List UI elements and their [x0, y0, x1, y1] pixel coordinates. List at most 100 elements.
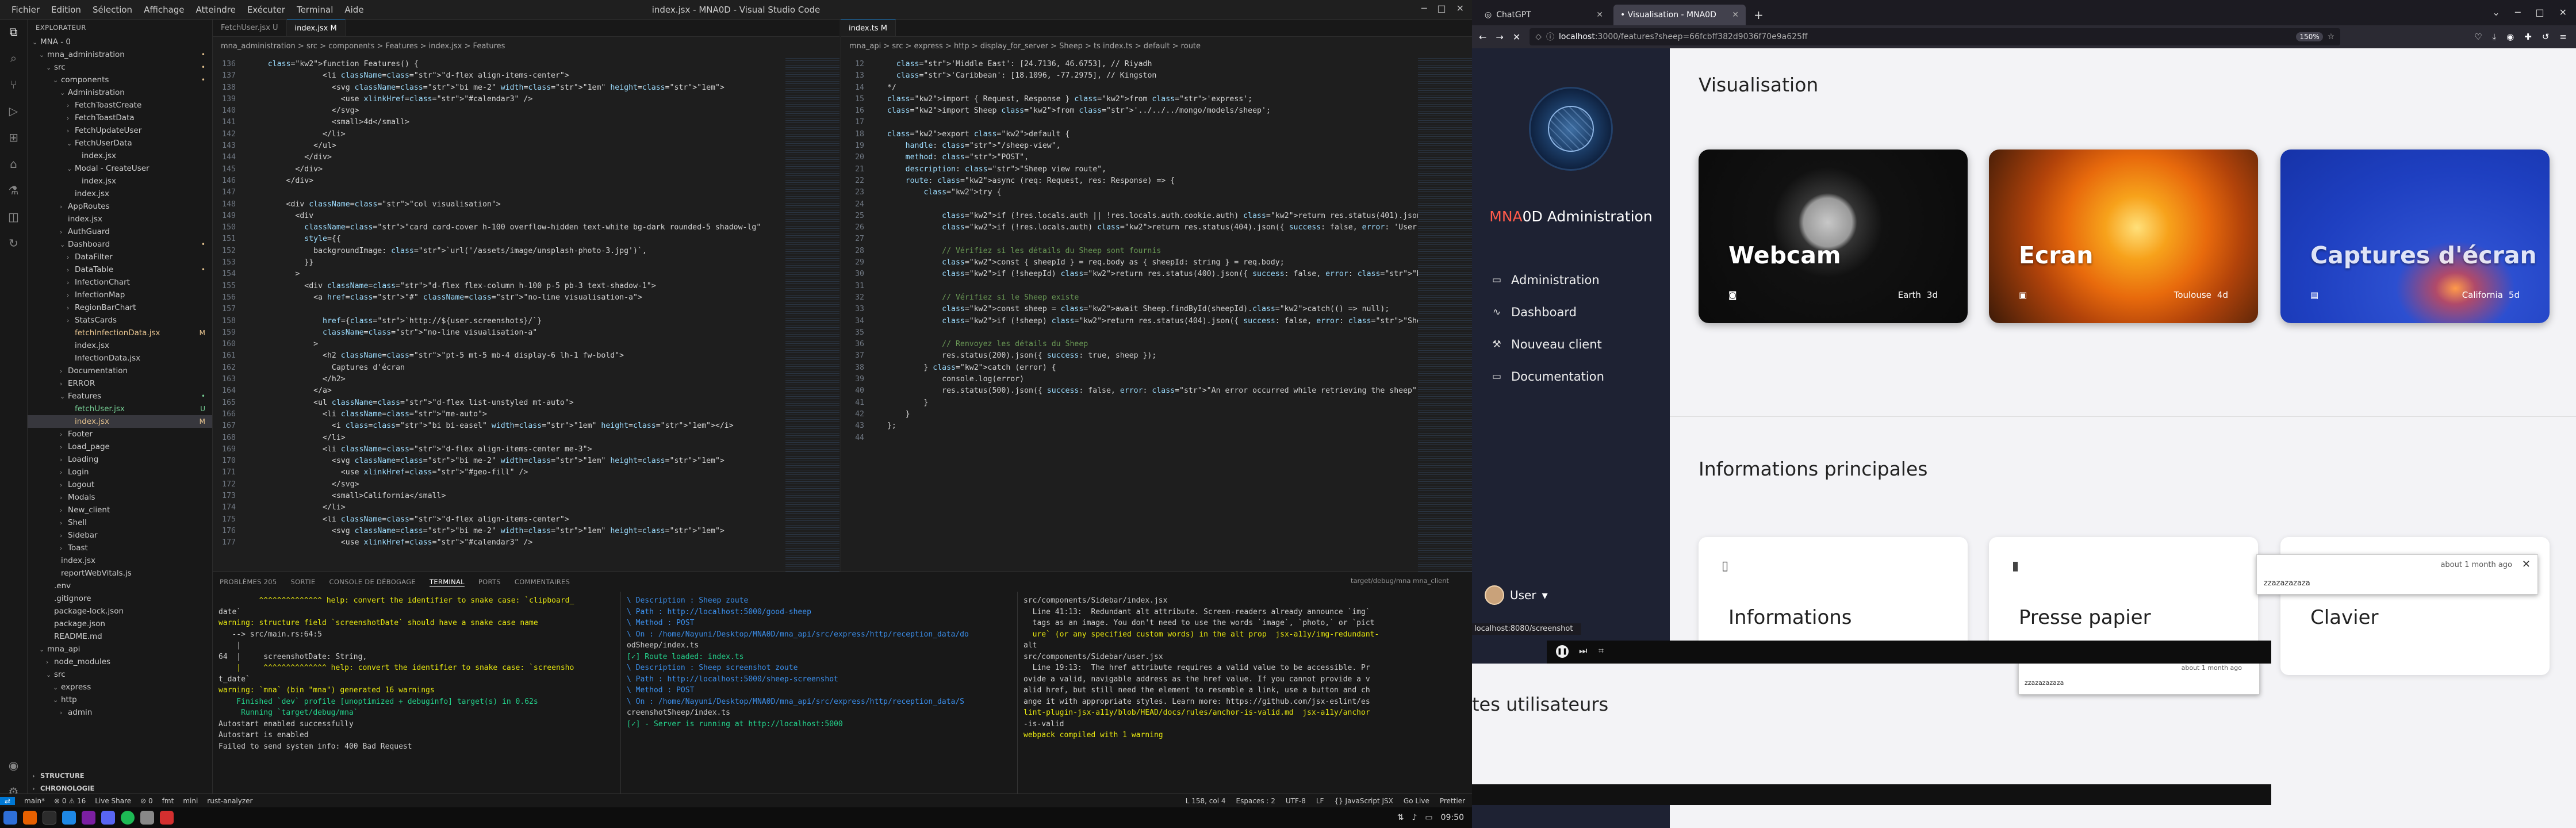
- tree-item[interactable]: › ERROR: [28, 377, 212, 390]
- tree-item[interactable]: › RegionBarChart: [28, 301, 212, 314]
- pause-icon[interactable]: ❚❚: [1556, 645, 1569, 658]
- remote-icon[interactable]: ⌂: [6, 156, 21, 171]
- panel-tab[interactable]: CONSOLE DE DÉBOGAGE: [329, 578, 416, 586]
- firefox-icon[interactable]: [23, 811, 37, 825]
- tree-item[interactable]: index.jsx M: [28, 415, 212, 428]
- code-view[interactable]: 136 class="kw2">function Features() {137…: [213, 56, 839, 549]
- docker-icon[interactable]: ◫: [6, 209, 21, 224]
- status-item[interactable]: Espaces : 2: [1236, 797, 1275, 805]
- tree-item[interactable]: › Login: [28, 466, 212, 478]
- status-item[interactable]: LF: [1316, 797, 1324, 805]
- close-tab-icon[interactable]: ✕: [1732, 10, 1739, 20]
- tree-item[interactable]: › Documentation: [28, 365, 212, 377]
- nav-administration[interactable]: ▭ Administration: [1490, 271, 1600, 289]
- tree-item[interactable]: index.jsx: [28, 187, 212, 200]
- tree-item[interactable]: › admin: [28, 706, 212, 719]
- tree-item[interactable]: › AppRoutes: [28, 200, 212, 213]
- shield-icon[interactable]: ◇: [1535, 32, 1542, 41]
- tree-item[interactable]: index.jsx: [28, 175, 212, 187]
- tree-item[interactable]: index.jsx: [28, 339, 212, 352]
- tree-item[interactable]: reportWebVitals.js: [28, 567, 212, 580]
- terminal-app-icon[interactable]: [43, 811, 56, 825]
- tree-item[interactable]: › FetchToastCreate: [28, 99, 212, 112]
- tree-item[interactable]: › Footer: [28, 428, 212, 440]
- status-item[interactable]: Live Share: [95, 797, 131, 805]
- tree-item[interactable]: ⌄ Dashboard •: [28, 238, 212, 251]
- zoom-level[interactable]: 150%: [2296, 32, 2323, 41]
- tree-item[interactable]: index.jsx: [28, 554, 212, 567]
- maximize-icon[interactable]: □: [2535, 7, 2544, 18]
- close-icon[interactable]: ✕: [1456, 3, 1464, 14]
- tree-item[interactable]: › New_client: [28, 504, 212, 516]
- page-info-icon[interactable]: ⓘ: [1546, 31, 1554, 43]
- tree-item[interactable]: ⌄ Administration: [28, 86, 212, 99]
- panel-tab[interactable]: SORTIE: [291, 578, 316, 586]
- live-share-icon[interactable]: ↻: [6, 236, 21, 251]
- status-item[interactable]: ⊗ 0 ⚠ 16: [54, 797, 86, 805]
- run-debug-icon[interactable]: ▷: [6, 103, 21, 118]
- tree-item[interactable]: › AuthGuard: [28, 225, 212, 238]
- status-item[interactable]: Prettier: [1440, 797, 1465, 805]
- tree-item[interactable]: › FetchToastData: [28, 112, 212, 124]
- status-item[interactable]: L 158, col 4: [1186, 797, 1226, 805]
- url-bar[interactable]: ◇ ⓘ localhost:3000/features?sheep=66fcbf…: [1529, 28, 2341, 45]
- status-item[interactable]: rust-analyzer: [207, 797, 252, 805]
- account-icon[interactable]: ◉: [6, 758, 21, 773]
- extensions-icon[interactable]: ⊞: [6, 130, 21, 145]
- stop-icon[interactable]: ✕: [1513, 32, 1520, 43]
- terminal-list[interactable]: target/debug/mna mna_client: [1351, 577, 1449, 585]
- back-icon[interactable]: ←: [1479, 32, 1486, 43]
- tree-item[interactable]: › Logout: [28, 478, 212, 491]
- downloads-icon[interactable]: ⤓: [2493, 32, 2497, 42]
- network-icon[interactable]: ⇅: [1397, 813, 1404, 822]
- tree-item[interactable]: .gitignore: [28, 592, 212, 605]
- outline-section[interactable]: › CHRONOLOGIE: [28, 782, 212, 795]
- outline-section[interactable]: › STRUCTURE: [28, 769, 212, 782]
- tree-item[interactable]: package.json: [28, 618, 212, 630]
- forward-icon[interactable]: →: [1496, 32, 1503, 43]
- menu-item[interactable]: Affichage: [144, 5, 184, 15]
- menu-item[interactable]: Fichier: [12, 5, 40, 15]
- tree-item[interactable]: › InfectionMap: [28, 289, 212, 301]
- source-control-icon[interactable]: ⑂: [6, 77, 21, 92]
- tree-item[interactable]: .env: [28, 580, 212, 592]
- tree-item[interactable]: ⌄ express: [28, 681, 212, 693]
- tree-item[interactable]: ⌄ mna_administration •: [28, 48, 212, 61]
- card-ecran[interactable]: Ecran ▣ Toulouse 4d: [1989, 150, 2258, 323]
- tree-item[interactable]: ⌄ mna_api: [28, 643, 212, 656]
- menu-item[interactable]: Sélection: [93, 5, 132, 15]
- tree-item[interactable]: › Loading: [28, 453, 212, 466]
- vscode-app-icon[interactable]: [62, 811, 76, 825]
- minimap[interactable]: [785, 56, 839, 572]
- editor-tab[interactable]: index.ts M: [841, 20, 896, 36]
- browser-tab-visualisation[interactable]: • Visualisation - MNA0D ✕: [1613, 5, 1746, 25]
- remote-indicator[interactable]: ⇄: [0, 796, 16, 805]
- tree-item[interactable]: › Toast: [28, 542, 212, 554]
- menu-icon[interactable]: ≡: [2559, 32, 2567, 42]
- tree-item[interactable]: › FetchUpdateUser: [28, 124, 212, 137]
- panel-tab[interactable]: TERMINAL: [430, 578, 465, 586]
- extensions-icon[interactable]: ✚: [2524, 32, 2532, 42]
- tree-item[interactable]: › Sidebar: [28, 529, 212, 542]
- crop-icon[interactable]: ⌗: [1598, 645, 1604, 657]
- app-logo[interactable]: [1531, 89, 1611, 169]
- history-icon[interactable]: ↺: [2542, 32, 2550, 42]
- editor-tab[interactable]: index.jsx M: [286, 20, 346, 36]
- tree-item[interactable]: › DataFilter: [28, 251, 212, 263]
- status-item[interactable]: {} JavaScript JSX: [1334, 797, 1393, 805]
- close-tab-icon[interactable]: ✕: [1596, 10, 1603, 20]
- panel-tab[interactable]: PROBLÈMES 205: [220, 578, 277, 586]
- volume-icon[interactable]: ♪: [1412, 813, 1417, 822]
- nav-dashboard[interactable]: ∿ Dashboard: [1490, 304, 1577, 321]
- card-captures[interactable]: Captures d'écran ▤ California 5d: [2280, 150, 2550, 323]
- settings-app-icon[interactable]: [140, 811, 154, 825]
- menu-item[interactable]: Atteindre: [196, 5, 236, 15]
- tree-item[interactable]: index.jsx: [28, 213, 212, 225]
- minimize-icon[interactable]: ─: [2515, 7, 2521, 18]
- tree-item[interactable]: index.jsx: [28, 150, 212, 162]
- nav-nouveau-client[interactable]: ⚒ Nouveau client: [1490, 336, 1601, 353]
- tree-item[interactable]: ⌄ MNA - 0: [28, 36, 212, 48]
- terminal-webpack[interactable]: src/components/Sidebar/index.jsx Line 41…: [1018, 592, 1472, 793]
- status-item[interactable]: Go Live: [1404, 797, 1429, 805]
- tree-item[interactable]: › Modals: [28, 491, 212, 504]
